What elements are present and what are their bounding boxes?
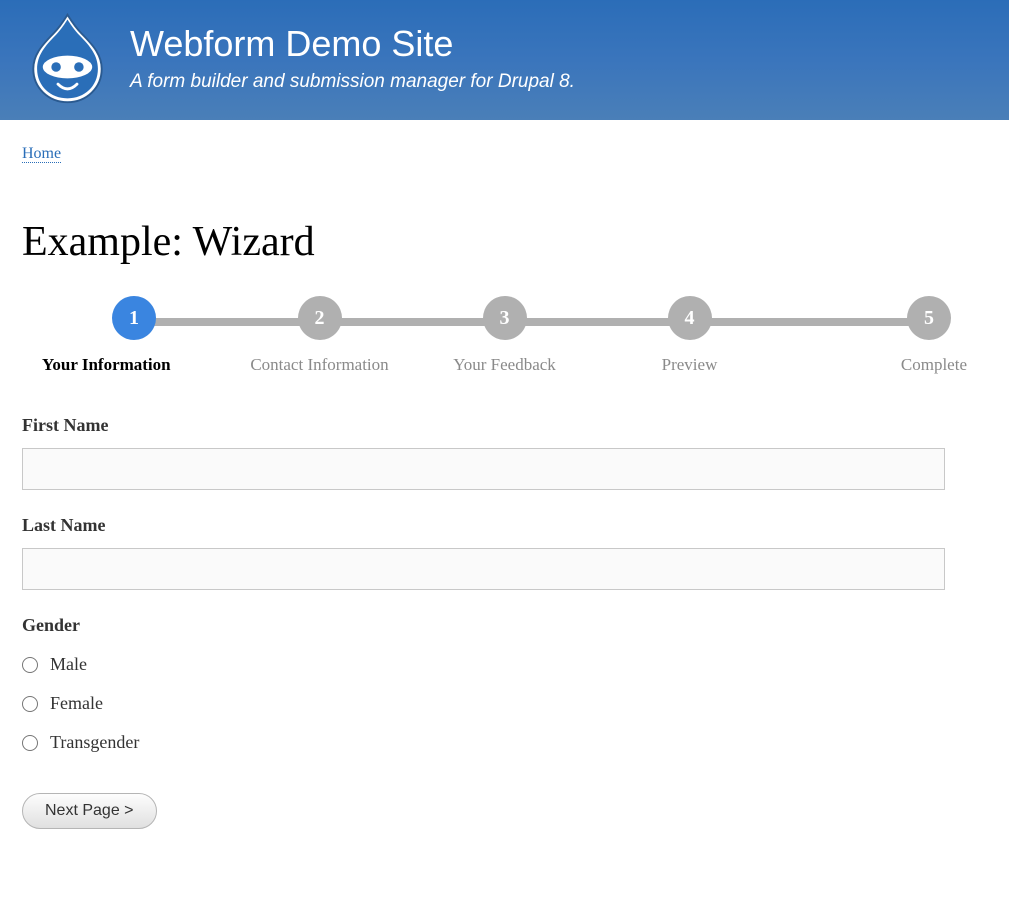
- last-name-input[interactable]: [22, 548, 945, 590]
- main-content: Home Example: Wizard 1 Your Information …: [0, 120, 1009, 854]
- gender-radio-male[interactable]: [22, 657, 38, 673]
- gender-option-label[interactable]: Transgender: [50, 732, 139, 753]
- first-name-label: First Name: [22, 415, 987, 436]
- step-number: 4: [668, 296, 712, 340]
- gender-option: Transgender: [22, 732, 987, 753]
- gender-radio-transgender[interactable]: [22, 735, 38, 751]
- gender-group: Gender Male Female Transgender: [22, 615, 987, 753]
- next-page-button[interactable]: Next Page >: [22, 793, 157, 829]
- form-actions: Next Page >: [22, 793, 987, 829]
- step-label: Contact Information: [250, 355, 388, 375]
- gender-option-label[interactable]: Female: [50, 693, 103, 714]
- site-header: Webform Demo Site A form builder and sub…: [0, 0, 1009, 120]
- step-label: Preview: [662, 355, 718, 375]
- site-slogan: A form builder and submission manager fo…: [130, 71, 575, 93]
- drupal-logo-icon: [20, 10, 115, 105]
- wizard-step-4: 4 Preview: [597, 296, 782, 375]
- first-name-group: First Name: [22, 415, 987, 490]
- gender-option: Female: [22, 693, 987, 714]
- first-name-input[interactable]: [22, 448, 945, 490]
- wizard-step-2: 2 Contact Information: [227, 296, 412, 375]
- step-label: Your Information: [42, 355, 171, 375]
- wizard-step-5: 5 Complete: [782, 296, 967, 375]
- step-number: 2: [298, 296, 342, 340]
- last-name-group: Last Name: [22, 515, 987, 590]
- step-number: 5: [907, 296, 951, 340]
- step-label: Complete: [901, 355, 967, 375]
- page-title: Example: Wizard: [22, 218, 987, 266]
- wizard-progress: 1 Your Information 2 Contact Information…: [22, 296, 987, 375]
- step-number: 3: [483, 296, 527, 340]
- gender-label: Gender: [22, 615, 987, 636]
- breadcrumb-home-link[interactable]: Home: [22, 145, 61, 163]
- gender-radio-female[interactable]: [22, 696, 38, 712]
- gender-option: Male: [22, 654, 987, 675]
- breadcrumb: Home: [22, 145, 987, 163]
- wizard-step-3: 3 Your Feedback: [412, 296, 597, 375]
- wizard-step-1: 1 Your Information: [42, 296, 227, 375]
- last-name-label: Last Name: [22, 515, 987, 536]
- gender-option-label[interactable]: Male: [50, 654, 87, 675]
- site-title: Webform Demo Site: [130, 23, 575, 65]
- step-label: Your Feedback: [453, 355, 556, 375]
- step-number: 1: [112, 296, 156, 340]
